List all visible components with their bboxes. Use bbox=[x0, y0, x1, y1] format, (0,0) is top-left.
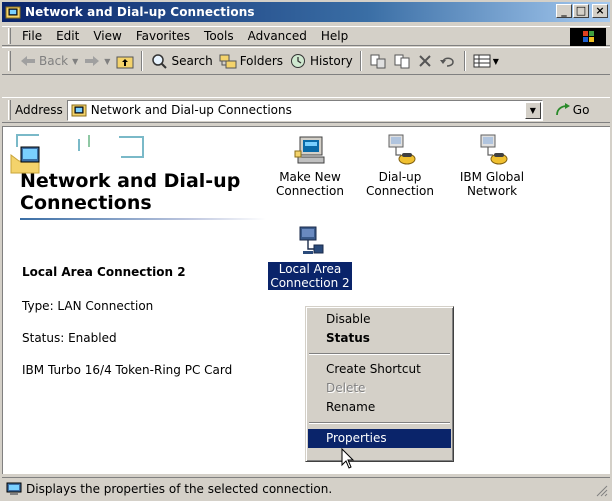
forward-arrow-icon bbox=[85, 56, 100, 66]
folders-button[interactable]: Folders bbox=[216, 50, 286, 72]
local-area-connection-2-item[interactable]: Local Area Connection 2 bbox=[265, 225, 355, 290]
address-bar: Address Network and Dial-up Connections … bbox=[2, 97, 610, 123]
search-label: Search bbox=[171, 54, 213, 68]
folders-label: Folders bbox=[239, 54, 284, 68]
menu-separator bbox=[309, 422, 450, 424]
forward-button[interactable]: ▼ bbox=[81, 50, 113, 72]
local-area-connection-label-2: Connection 2 bbox=[270, 276, 350, 290]
menu-item-rename[interactable]: Rename bbox=[308, 398, 451, 417]
ibm-global-network-label-1: IBM Global bbox=[459, 170, 525, 184]
make-new-connection-item[interactable]: Make New Connection bbox=[265, 133, 355, 198]
address-input[interactable]: Network and Dial-up Connections ▼ bbox=[66, 99, 543, 121]
status-bar: Displays the properties of the selected … bbox=[2, 477, 610, 499]
back-label: Back bbox=[39, 54, 69, 68]
windows-logo-icon bbox=[570, 28, 606, 46]
search-button[interactable]: Search bbox=[147, 50, 215, 72]
title-bar[interactable]: Network and Dial-up Connections _ □ × bbox=[2, 2, 610, 22]
forward-dropdown-icon[interactable]: ▼ bbox=[104, 57, 110, 66]
menubar-grip[interactable] bbox=[8, 28, 11, 44]
make-new-connection-icon bbox=[294, 136, 325, 164]
history-icon bbox=[291, 54, 306, 68]
copy-to-icon bbox=[394, 54, 410, 69]
connection-status: Status: Enabled bbox=[22, 331, 117, 345]
undo-icon bbox=[439, 57, 454, 67]
window-title: Network and Dial-up Connections bbox=[25, 5, 255, 19]
menu-favorites[interactable]: Favorites bbox=[129, 27, 197, 45]
make-new-connection-label-2: Connection bbox=[276, 184, 344, 198]
toolbar-grip[interactable] bbox=[8, 51, 11, 71]
resize-grip-icon[interactable] bbox=[596, 485, 608, 497]
explorer-window: Network and Dial-up Connections _ □ × Fi… bbox=[0, 0, 612, 501]
menu-file[interactable]: File bbox=[15, 27, 49, 45]
undo-button[interactable] bbox=[436, 50, 460, 72]
address-label: Address bbox=[15, 103, 63, 117]
menu-item-delete: Delete bbox=[326, 381, 366, 395]
selected-connection-name: Local Area Connection 2 bbox=[22, 265, 186, 279]
back-dropdown-icon[interactable]: ▼ bbox=[72, 57, 78, 66]
back-arrow-icon bbox=[21, 56, 35, 66]
menu-view[interactable]: View bbox=[86, 27, 128, 45]
menu-separator bbox=[309, 353, 450, 355]
maximize-button[interactable]: □ bbox=[573, 4, 589, 18]
views-button[interactable]: ▼ bbox=[470, 50, 502, 72]
move-to-button[interactable] bbox=[366, 50, 390, 72]
views-icon bbox=[473, 54, 491, 68]
connection-device: IBM Turbo 16/4 Token-Ring PC Card bbox=[22, 363, 233, 377]
address-value: Network and Dial-up Connections bbox=[90, 103, 292, 117]
toolbar-separator bbox=[463, 51, 466, 71]
network-folder-icon bbox=[5, 6, 21, 19]
dial-up-connection-label-1: Dial-up bbox=[378, 170, 422, 184]
status-text: Displays the properties of the selected … bbox=[26, 481, 333, 496]
history-label: History bbox=[310, 54, 353, 68]
back-button[interactable]: Back ▼ bbox=[17, 50, 81, 72]
toolbar-separator bbox=[141, 51, 144, 71]
mouse-cursor-icon bbox=[341, 448, 355, 469]
standard-toolbar: Back ▼ ▼ Search Folders History ▼ bbox=[2, 47, 610, 75]
menu-item-properties[interactable]: Properties bbox=[308, 429, 451, 448]
dial-up-connection-label-2: Connection bbox=[366, 184, 434, 198]
make-new-connection-label-1: Make New bbox=[279, 170, 341, 184]
menu-tools[interactable]: Tools bbox=[197, 27, 241, 45]
go-arrow-icon bbox=[555, 103, 570, 116]
ibm-global-network-label-2: Network bbox=[466, 184, 518, 198]
copy-to-button[interactable] bbox=[390, 50, 414, 72]
folders-icon bbox=[219, 54, 237, 69]
search-icon bbox=[152, 54, 168, 69]
go-button[interactable]: Go bbox=[555, 103, 590, 117]
menu-advanced[interactable]: Advanced bbox=[241, 27, 314, 45]
dial-up-connection-icon bbox=[388, 134, 416, 165]
go-label: Go bbox=[572, 103, 590, 117]
addressbar-grip[interactable] bbox=[8, 100, 11, 120]
local-area-connection-label-1: Local Area bbox=[278, 262, 342, 276]
dial-up-connection-item[interactable]: Dial-up Connection bbox=[355, 133, 445, 198]
network-folder-icon bbox=[71, 104, 87, 117]
connection-type: Type: LAN Connection bbox=[22, 299, 154, 313]
close-button[interactable]: × bbox=[592, 4, 608, 18]
menu-help[interactable]: Help bbox=[314, 27, 355, 45]
up-folder-button[interactable] bbox=[113, 50, 137, 72]
up-folder-icon bbox=[116, 56, 134, 69]
dial-up-connection-icon bbox=[480, 134, 508, 165]
menu-bar: File Edit View Favorites Tools Advanced … bbox=[2, 26, 610, 46]
menu-item-disable[interactable]: Disable bbox=[308, 310, 451, 329]
chevron-down-icon: ▼ bbox=[529, 105, 536, 115]
page-title: Network and Dial-up Connections bbox=[20, 170, 241, 214]
context-menu: Disable Status Create Shortcut Delete Re… bbox=[305, 306, 454, 462]
delete-button[interactable] bbox=[414, 50, 436, 72]
menu-item-create-shortcut[interactable]: Create Shortcut bbox=[308, 360, 451, 379]
move-to-icon bbox=[370, 54, 386, 69]
title-divider bbox=[20, 218, 266, 220]
menu-item-status[interactable]: Status bbox=[308, 329, 451, 348]
menu-edit[interactable]: Edit bbox=[49, 27, 86, 45]
address-dropdown-button[interactable]: ▼ bbox=[524, 101, 541, 119]
views-dropdown-icon[interactable]: ▼ bbox=[493, 57, 499, 66]
delete-x-icon bbox=[419, 55, 431, 67]
history-button[interactable]: History bbox=[286, 50, 356, 72]
lan-connection-icon bbox=[299, 226, 324, 254]
network-status-icon bbox=[6, 482, 22, 495]
ibm-global-network-item[interactable]: IBM Global Network bbox=[447, 133, 537, 198]
minimize-button[interactable]: _ bbox=[556, 4, 572, 18]
toolbar-separator bbox=[359, 51, 362, 71]
